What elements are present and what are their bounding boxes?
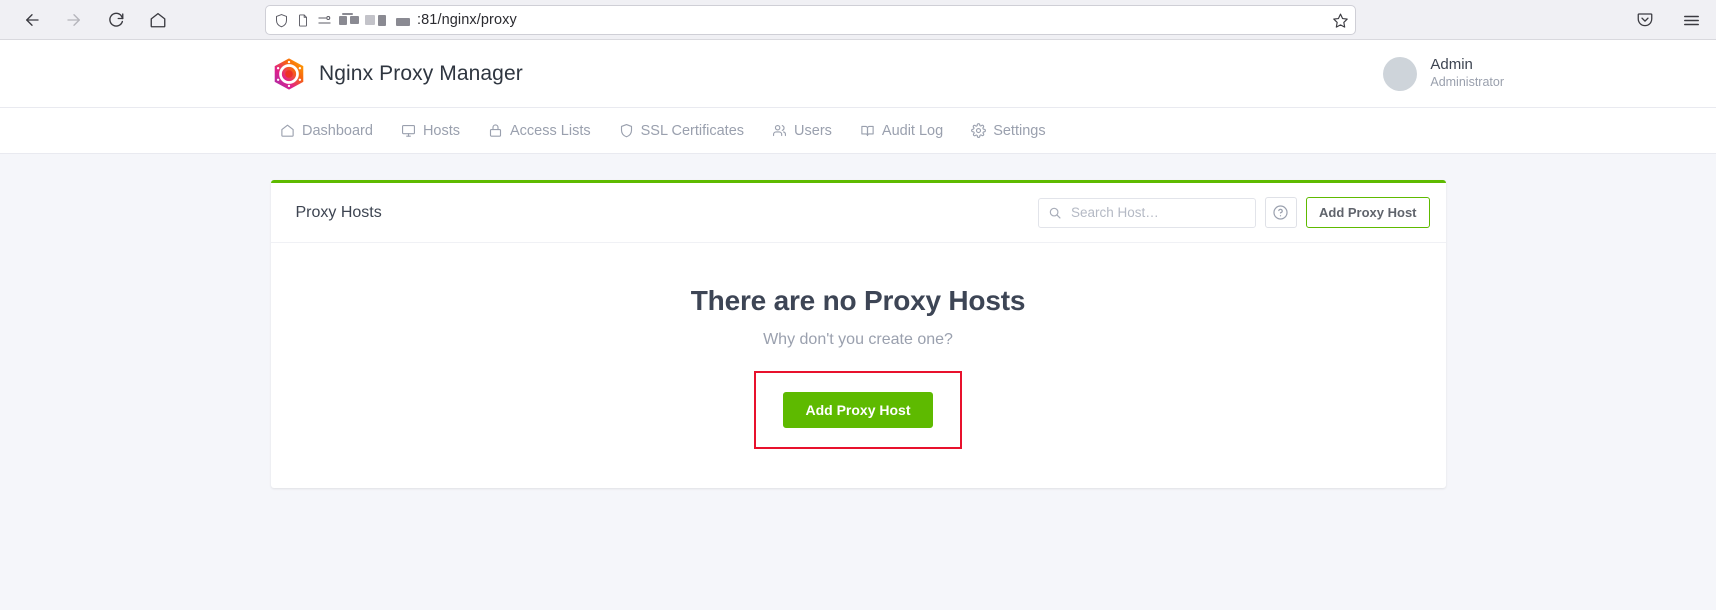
- avatar: [1383, 56, 1418, 91]
- annotation-highlight-box: Add Proxy Host: [754, 371, 962, 449]
- nav-list: Dashboard Hosts Access Lists SSL Certifi…: [268, 117, 1058, 145]
- home-button[interactable]: [142, 4, 174, 36]
- address-bar[interactable]: :81/nginx/proxy: [265, 5, 1356, 35]
- hamburger-menu-icon: [1683, 15, 1699, 25]
- app-root: Nginx Proxy Manager Admin Administrator …: [0, 40, 1716, 610]
- shield-icon: [620, 124, 632, 138]
- user-role: Administrator: [1430, 75, 1504, 90]
- reload-icon: [109, 12, 124, 27]
- page-icon: [296, 13, 310, 28]
- page-title: Proxy Hosts: [295, 203, 382, 221]
- help-button[interactable]: [1264, 197, 1297, 228]
- arrow-right-icon: [67, 13, 80, 26]
- home-icon: [281, 124, 294, 137]
- empty-state: There are no Proxy Hosts Why don't you c…: [271, 243, 1446, 488]
- nav-item-label: Audit Log: [881, 122, 944, 139]
- search-field[interactable]: [1037, 197, 1256, 228]
- lock-icon: [489, 124, 502, 137]
- monitor-icon: [401, 124, 415, 137]
- pocket-button[interactable]: [1632, 7, 1658, 33]
- nav-item-label: Users: [794, 122, 832, 139]
- reload-button[interactable]: [100, 4, 132, 36]
- menu-button[interactable]: [1678, 7, 1704, 33]
- url-text: :81/nginx/proxy: [417, 12, 517, 28]
- shield-icon: [274, 13, 289, 28]
- add-proxy-host-cta-button[interactable]: Add Proxy Host: [783, 392, 933, 428]
- nav-item-label: Dashboard: [302, 122, 373, 139]
- bookmark-button[interactable]: [1326, 6, 1354, 34]
- nav-item-hosts[interactable]: Hosts: [389, 117, 472, 145]
- nav-item-access-lists[interactable]: Access Lists: [476, 117, 603, 145]
- browser-nav-buttons: [10, 4, 174, 36]
- address-bar-container: :81/nginx/proxy: [265, 5, 1356, 35]
- url-redacted-blocks: [339, 13, 410, 26]
- nav-item-settings[interactable]: Settings: [959, 117, 1057, 145]
- browser-toolbar: :81/nginx/proxy: [0, 0, 1716, 40]
- home-icon: [150, 12, 166, 27]
- question-circle-icon: [1273, 205, 1289, 220]
- user-name: Admin: [1430, 56, 1473, 74]
- nav-item-label: Hosts: [422, 122, 461, 139]
- nav-item-audit-log[interactable]: Audit Log: [848, 117, 955, 145]
- search-icon: [1049, 207, 1061, 219]
- app-header: Nginx Proxy Manager Admin Administrator: [0, 40, 1716, 108]
- users-icon: [773, 124, 787, 137]
- nav-item-ssl-certificates[interactable]: SSL Certificates: [607, 117, 756, 145]
- nginx-proxy-manager-logo-icon: [274, 57, 304, 90]
- pocket-icon: [1637, 13, 1653, 27]
- user-meta: Admin Administrator: [1430, 56, 1504, 90]
- back-button[interactable]: [16, 4, 48, 36]
- nav-item-label: Settings: [993, 122, 1046, 139]
- card-header: Proxy Hosts Add Proxy Host: [270, 183, 1446, 243]
- add-proxy-host-header-button[interactable]: Add Proxy Host: [1305, 197, 1430, 228]
- nav-item-users[interactable]: Users: [760, 117, 844, 145]
- proxy-hosts-card: Proxy Hosts Add Proxy Host There are no …: [270, 180, 1446, 488]
- brand[interactable]: Nginx Proxy Manager: [272, 57, 523, 91]
- user-menu[interactable]: Admin Administrator: [1383, 56, 1504, 91]
- nav-item-dashboard[interactable]: Dashboard: [268, 117, 385, 145]
- empty-state-subtitle: Why don't you create one?: [763, 331, 953, 348]
- book-icon: [861, 125, 874, 137]
- brand-title: Nginx Proxy Manager: [319, 61, 523, 85]
- page-body: Proxy Hosts Add Proxy Host There are no …: [0, 154, 1716, 610]
- search-input[interactable]: [1070, 205, 1246, 220]
- empty-state-title: There are no Proxy Hosts: [690, 285, 1026, 316]
- star-icon: [1332, 13, 1348, 28]
- gear-icon: [971, 123, 987, 138]
- main-navigation: Dashboard Hosts Access Lists SSL Certifi…: [0, 108, 1716, 154]
- forward-button[interactable]: [58, 4, 90, 36]
- permissions-icon[interactable]: [317, 13, 332, 28]
- card-header-actions: Add Proxy Host: [1037, 197, 1430, 228]
- browser-right-icons: [1632, 0, 1704, 40]
- nav-item-label: SSL Certificates: [640, 122, 745, 139]
- arrow-left-icon: [26, 13, 39, 26]
- nav-item-label: Access Lists: [510, 122, 591, 139]
